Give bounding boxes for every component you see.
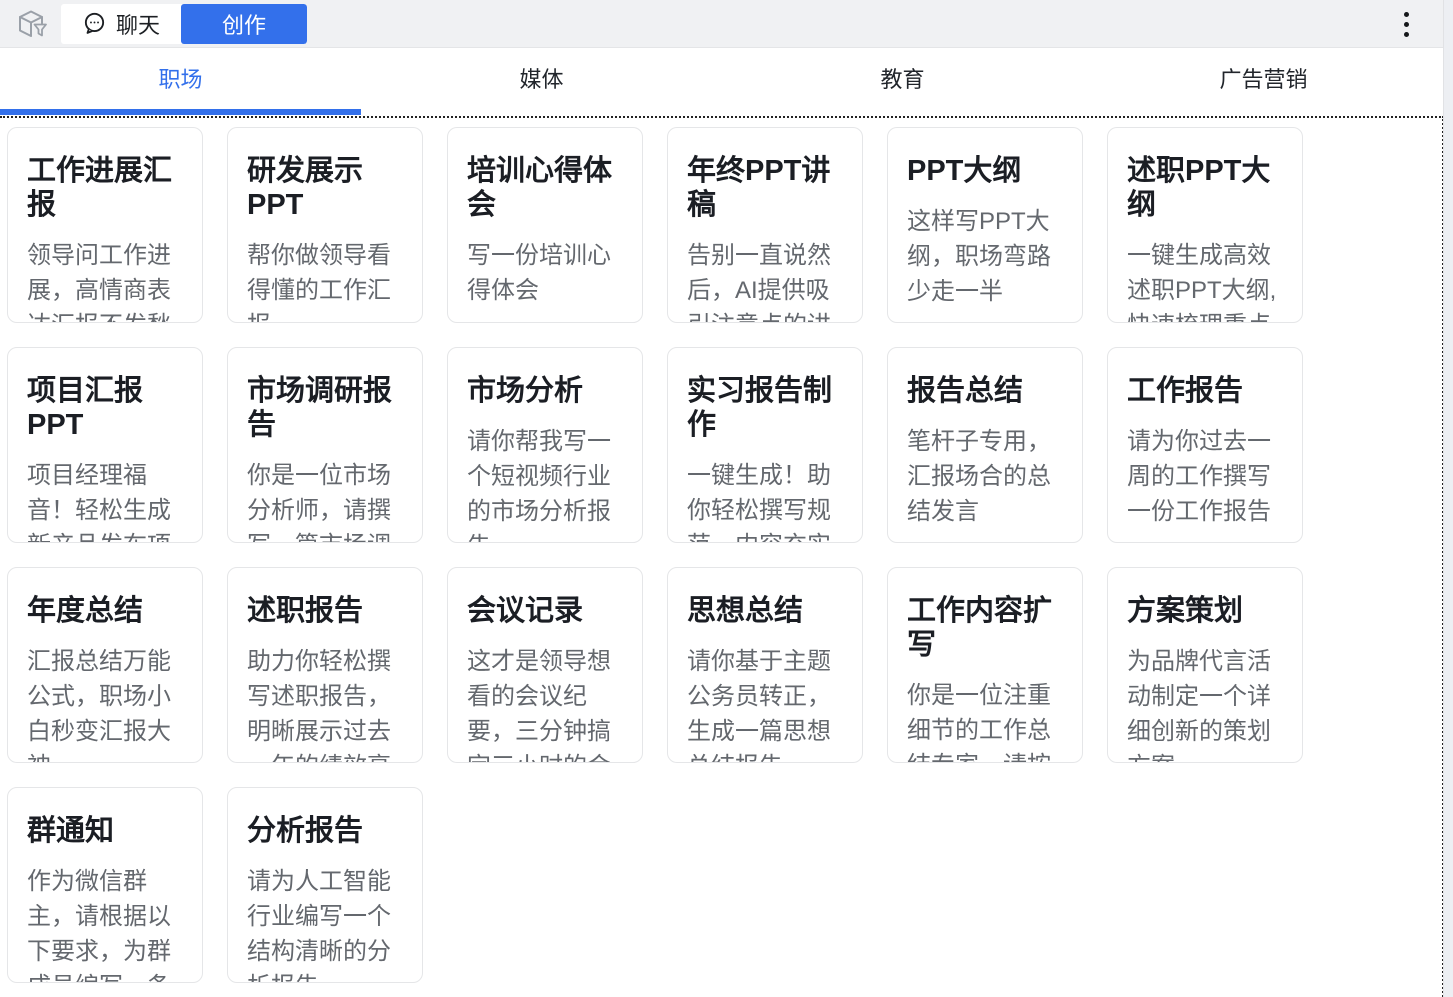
- template-card[interactable]: 述职PPT大纲 一键生成高效述职PPT大纲,快速梳理重点: [1107, 127, 1303, 323]
- card-description: 这才是领导想看的会议纪要，三分钟搞定三小时的会: [467, 644, 623, 763]
- category-tab-label: 职场: [158, 62, 202, 94]
- template-card[interactable]: 工作进展汇报 领导问工作进展，高情商表达汇报不发愁: [7, 127, 203, 323]
- tab-chat[interactable]: 聊天: [61, 4, 181, 44]
- card-description: 告别一直说然后，AI提供吸引注意点的讲稿: [687, 238, 843, 323]
- card-title: 研发展示PPT: [247, 154, 403, 222]
- template-card[interactable]: 培训心得体会 写一份培训心得体会: [447, 127, 643, 323]
- category-tab-bar: 职场 媒体 教育 广告营销: [0, 48, 1444, 115]
- category-tab-marketing[interactable]: 广告营销: [1083, 48, 1444, 115]
- card-description: 汇报总结万能公式，职场小白秒变汇报大神: [27, 644, 183, 763]
- card-description: 请你基于主题公务员转正，生成一篇思想总结报告: [687, 644, 843, 763]
- card-title: 年终PPT讲稿: [687, 154, 843, 222]
- card-title: 工作进展汇报: [27, 154, 183, 222]
- card-title: 述职报告: [247, 594, 403, 628]
- template-card[interactable]: 市场调研报告 你是一位市场分析师，请撰写一篇市场调研报告: [227, 347, 423, 543]
- card-description: 帮你做领导看得懂的工作汇报: [247, 238, 403, 323]
- card-description: 你是一位市场分析师，请撰写一篇市场调研报告: [247, 458, 403, 543]
- card-description: 领导问工作进展，高情商表达汇报不发愁: [27, 238, 183, 323]
- category-tab-education[interactable]: 教育: [722, 48, 1083, 115]
- card-description: 你是一位注重细节的工作总结专家，请按照以下内容进行扩写: [907, 678, 1063, 763]
- card-title: 报告总结: [907, 374, 1063, 408]
- card-title: 工作报告: [1127, 374, 1283, 408]
- template-card[interactable]: 思想总结 请你基于主题公务员转正，生成一篇思想总结报告: [667, 567, 863, 763]
- category-tab-label: 媒体: [519, 62, 563, 94]
- template-card[interactable]: 群通知 作为微信群主，请根据以下要求，为群成员编写一条群通知: [7, 787, 203, 983]
- card-description: 请你帮我写一个短视频行业的市场分析报告: [467, 424, 623, 543]
- active-tab-underline: [0, 109, 361, 115]
- card-description: 这样写PPT大纲，职场弯路少走一半: [907, 204, 1063, 309]
- tab-create[interactable]: 创作: [181, 4, 307, 44]
- template-card[interactable]: 实习报告制作 一键生成！助你轻松撰写规范、内容充实的实习报告: [667, 347, 863, 543]
- template-card[interactable]: 方案策划 为品牌代言活动制定一个详细创新的策划方案: [1107, 567, 1303, 763]
- template-card[interactable]: 市场分析 请你帮我写一个短视频行业的市场分析报告: [447, 347, 643, 543]
- template-card[interactable]: 述职报告 助力你轻松撰写述职报告，明晰展示过去一年的绩效亮点: [227, 567, 423, 763]
- chat-bubble-icon: [82, 11, 107, 36]
- card-description: 笔杆子专用，汇报场合的总结发言: [907, 424, 1063, 529]
- card-title: 工作内容扩写: [907, 594, 1063, 662]
- category-tab-workplace[interactable]: 职场: [0, 48, 361, 115]
- template-card[interactable]: 会议记录 这才是领导想看的会议纪要，三分钟搞定三小时的会: [447, 567, 643, 763]
- template-card[interactable]: 项目汇报PPT 项目经理福音！轻松生成新产品发布项目汇报PPT: [7, 347, 203, 543]
- card-description: 作为微信群主，请根据以下要求，为群成员编写一条群通知: [27, 864, 183, 983]
- card-title: PPT大纲: [907, 154, 1063, 188]
- scrollbar-track[interactable]: [1443, 0, 1453, 997]
- card-title: 培训心得体会: [467, 154, 623, 222]
- card-description: 项目经理福音！轻松生成新产品发布项目汇报PPT: [27, 458, 183, 543]
- category-tab-media[interactable]: 媒体: [361, 48, 722, 115]
- mode-tab-group: 聊天 创作: [61, 4, 307, 44]
- category-tab-label: 广告营销: [1219, 62, 1307, 94]
- template-card[interactable]: PPT大纲 这样写PPT大纲，职场弯路少走一半: [887, 127, 1083, 323]
- card-description: 一键生成！助你轻松撰写规范、内容充实的实习报告: [687, 458, 843, 543]
- card-title: 年度总结: [27, 594, 183, 628]
- template-card[interactable]: 分析报告 请为人工智能行业编写一个结构清晰的分析报告: [227, 787, 423, 983]
- card-title: 分析报告: [247, 814, 403, 848]
- tab-create-label: 创作: [222, 8, 266, 40]
- card-title: 项目汇报PPT: [27, 374, 183, 442]
- template-card[interactable]: 工作内容扩写 你是一位注重细节的工作总结专家，请按照以下内容进行扩写: [887, 567, 1083, 763]
- template-card[interactable]: 报告总结 笔杆子专用，汇报场合的总结发言: [887, 347, 1083, 543]
- card-title: 实习报告制作: [687, 374, 843, 442]
- template-card[interactable]: 工作报告 请为你过去一周的工作撰写一份工作报告: [1107, 347, 1303, 543]
- card-description: 助力你轻松撰写述职报告，明晰展示过去一年的绩效亮点: [247, 644, 403, 763]
- category-tab-label: 教育: [880, 62, 924, 94]
- template-card[interactable]: 年终PPT讲稿 告别一直说然后，AI提供吸引注意点的讲稿: [667, 127, 863, 323]
- card-description: 请为你过去一周的工作撰写一份工作报告: [1127, 424, 1283, 529]
- card-title: 市场分析: [467, 374, 623, 408]
- card-title: 会议记录: [467, 594, 623, 628]
- card-title: 市场调研报告: [247, 374, 403, 442]
- card-title: 方案策划: [1127, 594, 1283, 628]
- tab-chat-label: 聊天: [116, 8, 160, 40]
- card-title: 述职PPT大纲: [1127, 154, 1283, 222]
- template-content-area: 工作进展汇报 领导问工作进展，高情商表达汇报不发愁 研发展示PPT 帮你做领导看…: [0, 116, 1444, 997]
- top-bar: 聊天 创作: [0, 0, 1453, 48]
- kebab-menu-icon[interactable]: [1393, 7, 1419, 41]
- card-title: 思想总结: [687, 594, 843, 628]
- card-title: 群通知: [27, 814, 183, 848]
- card-description: 为品牌代言活动制定一个详细创新的策划方案: [1127, 644, 1283, 763]
- cube-filter-icon[interactable]: [12, 5, 50, 43]
- template-card[interactable]: 研发展示PPT 帮你做领导看得懂的工作汇报: [227, 127, 423, 323]
- card-description: 写一份培训心得体会: [467, 238, 623, 308]
- template-card[interactable]: 年度总结 汇报总结万能公式，职场小白秒变汇报大神: [7, 567, 203, 763]
- template-card-grid: 工作进展汇报 领导问工作进展，高情商表达汇报不发愁 研发展示PPT 帮你做领导看…: [7, 127, 1442, 983]
- card-description: 一键生成高效述职PPT大纲,快速梳理重点: [1127, 238, 1283, 323]
- card-description: 请为人工智能行业编写一个结构清晰的分析报告: [247, 864, 403, 983]
